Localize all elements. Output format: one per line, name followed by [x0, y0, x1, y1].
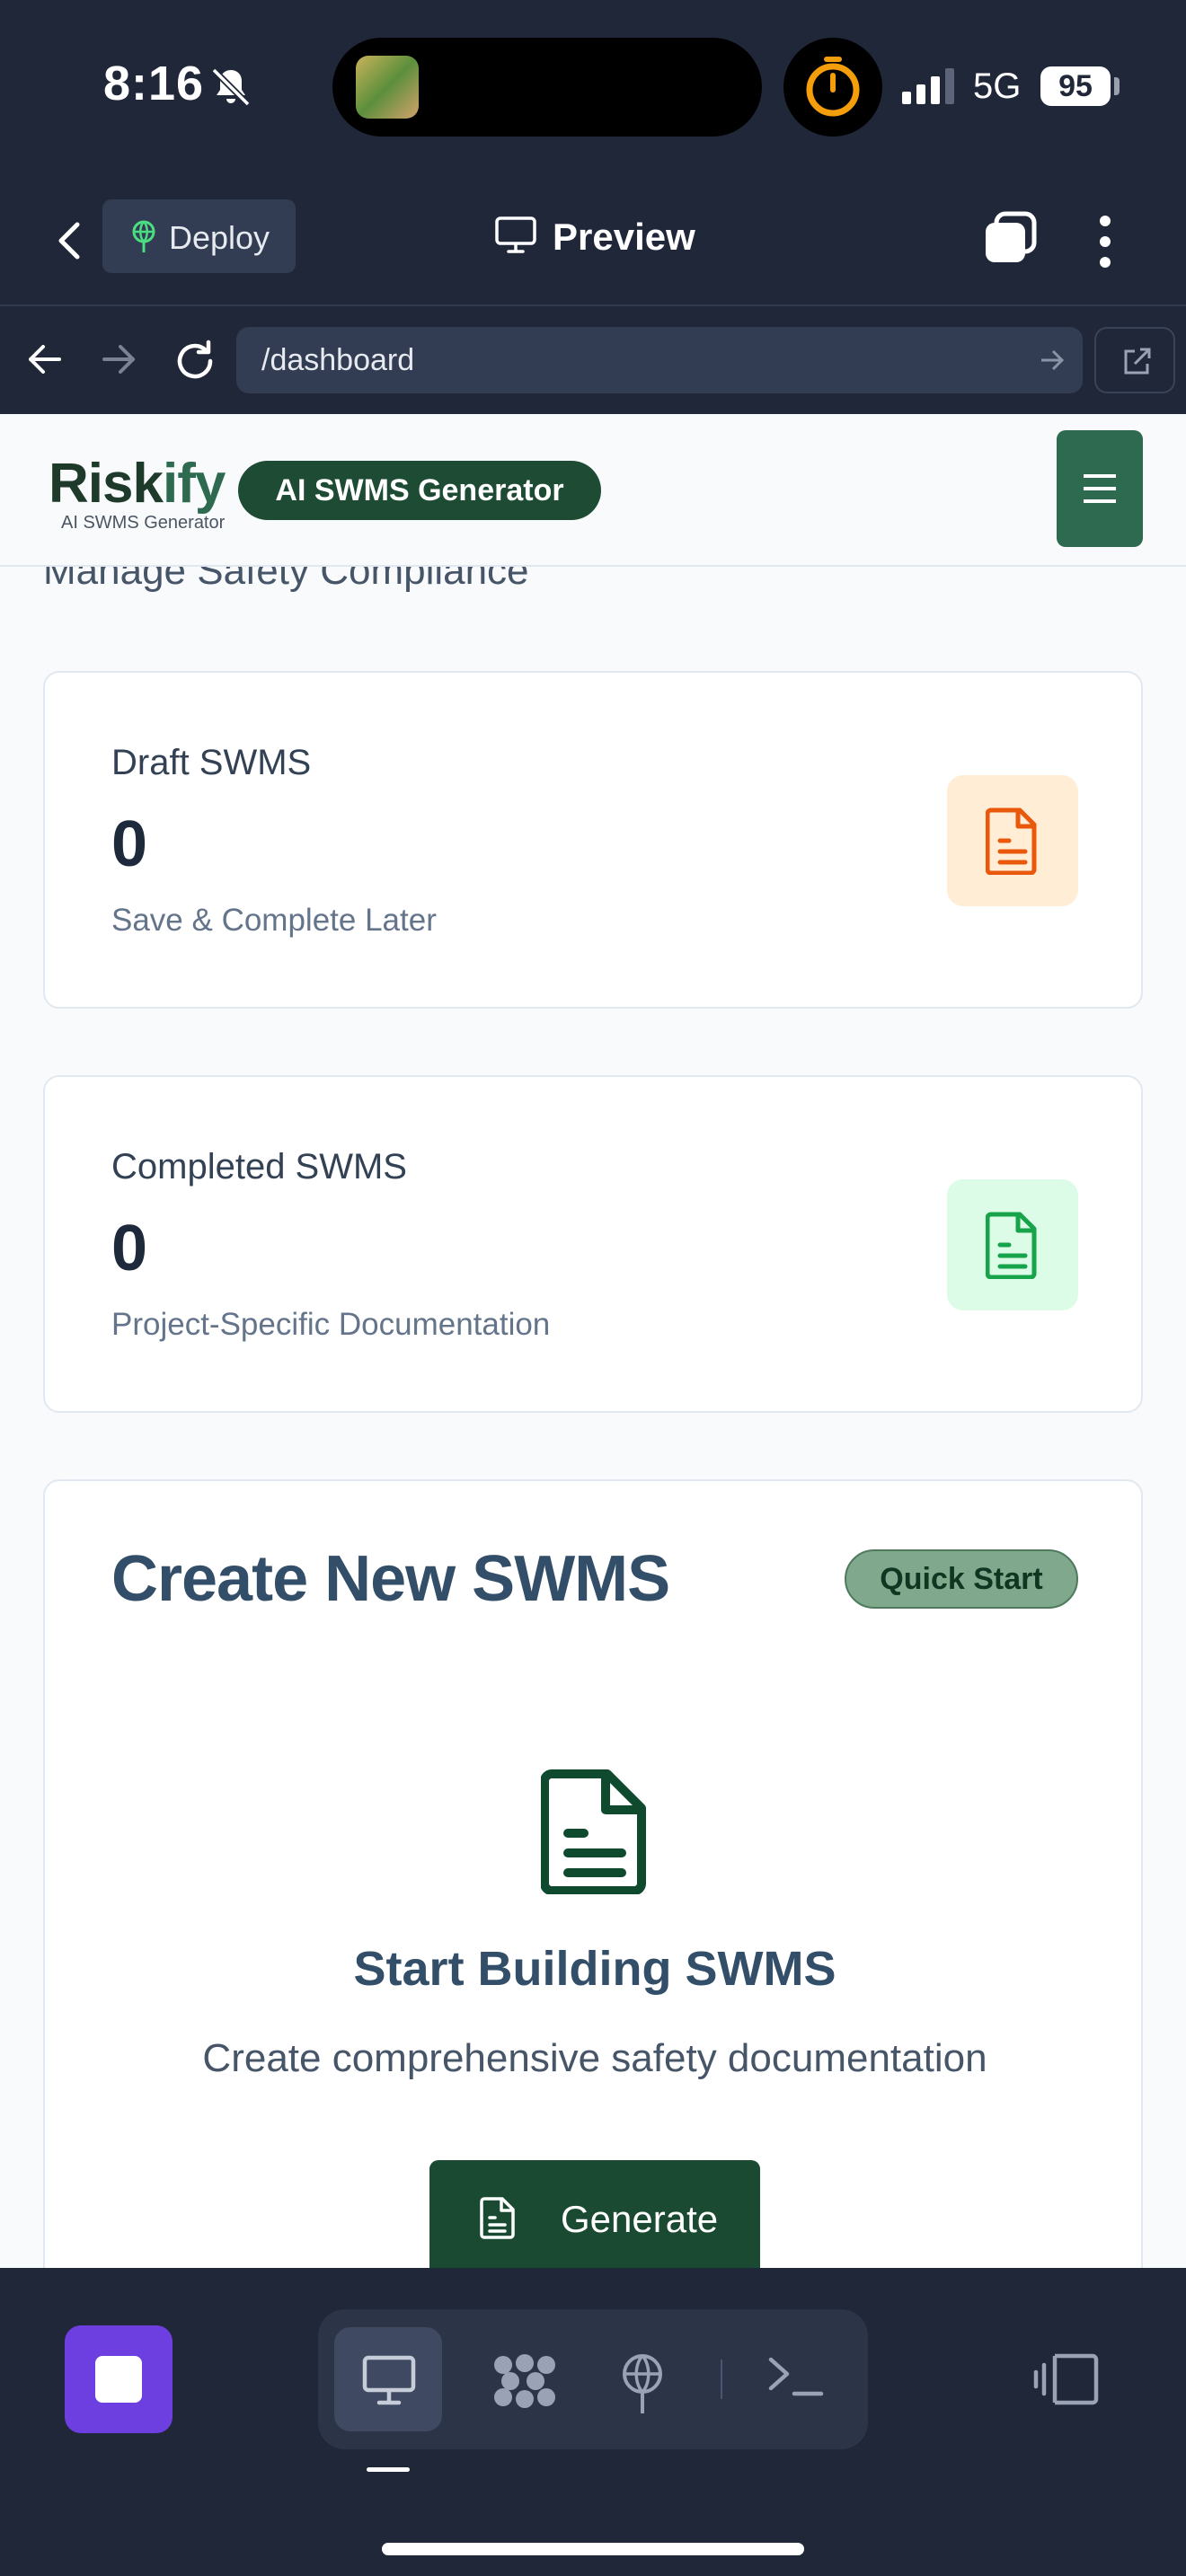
stop-icon: [95, 2356, 142, 2403]
external-link-icon: [1124, 348, 1151, 375]
create-swms-card: Create New SWMS Quick Start Start Buildi…: [43, 1479, 1143, 2268]
logo[interactable]: Riskify: [49, 452, 226, 516]
document-icon: [986, 807, 1037, 875]
clock: 8:16: [103, 57, 205, 110]
start-building-title: Start Building SWMS: [353, 1942, 836, 1996]
dock-tab-desktop[interactable]: [334, 2327, 442, 2431]
more-vertical-icon[interactable]: [1087, 210, 1123, 273]
deploy-label: Deploy: [169, 219, 270, 256]
card-count: 0: [111, 1213, 148, 1284]
timer-icon: [806, 57, 860, 117]
battery-tip: [1114, 77, 1120, 95]
open-external-button[interactable]: [1094, 327, 1175, 393]
network-type: 5G: [973, 66, 1022, 106]
desktop-icon: [362, 2355, 416, 2405]
tabs-icon[interactable]: [982, 210, 1038, 266]
logo-text-part: Risk: [49, 453, 164, 515]
deploy-icon: [132, 220, 155, 252]
timer-pill[interactable]: [783, 38, 882, 137]
dock-tabs: [318, 2309, 868, 2449]
preview-label: Preview: [553, 216, 695, 258]
site-header: Riskify AI SWMS Generator AI SWMS Genera…: [0, 414, 1186, 567]
stop-button[interactable]: [65, 2325, 173, 2433]
status-bar: 8:16 5G 95: [0, 0, 1186, 176]
hamburger-menu-button[interactable]: [1057, 430, 1143, 547]
generator-badge: AI SWMS Generator: [238, 461, 601, 520]
quick-start-badge: Quick Start: [845, 1549, 1078, 1609]
app-bar: Deploy Preview: [0, 176, 1186, 306]
terminal-icon: [768, 2357, 824, 2396]
generate-label: Generate: [561, 2198, 719, 2240]
dock-tab-deploy[interactable]: [588, 2327, 695, 2431]
side-panel-icon[interactable]: [1033, 2351, 1100, 2408]
signal-icon: [902, 68, 954, 104]
monitor-icon: [495, 216, 536, 253]
url-input[interactable]: /dashboard: [236, 327, 1083, 393]
arrow-left-icon[interactable]: [25, 339, 65, 380]
card-description: Save & Complete Later: [111, 903, 437, 938]
create-title: Create New SWMS: [111, 1543, 670, 1615]
document-icon: [541, 1769, 646, 1894]
document-icon: [986, 1212, 1037, 1279]
active-tab-indicator: [367, 2467, 410, 2472]
start-building-description: Create comprehensive safety documentatio…: [202, 2036, 987, 2080]
card-label: Draft SWMS: [111, 743, 312, 782]
arrow-right-icon[interactable]: [99, 339, 138, 380]
battery-level: 95: [1040, 66, 1111, 106]
chevron-left-icon[interactable]: [49, 214, 92, 268]
apps-icon: [494, 2354, 555, 2408]
reload-icon[interactable]: [173, 339, 217, 384]
dock-tab-apps[interactable]: [465, 2327, 573, 2431]
card-count: 0: [111, 808, 148, 880]
logo-subtitle: AI SWMS Generator: [61, 513, 226, 533]
web-content: Manage Safety Compliance Riskify AI SWMS…: [0, 414, 1186, 2268]
bell-muted-icon: [211, 67, 251, 107]
go-arrow-icon[interactable]: [1040, 348, 1065, 372]
document-icon: [480, 2197, 515, 2239]
card-icon-tile: [947, 1179, 1078, 1310]
bottom-dock: [0, 2268, 1186, 2576]
media-thumbnail[interactable]: [356, 56, 419, 119]
card-label: Completed SWMS: [111, 1147, 407, 1187]
home-indicator[interactable]: [382, 2543, 804, 2555]
menu-icon: [1084, 474, 1116, 503]
url-bar: /dashboard: [0, 306, 1186, 414]
dock-divider: [721, 2360, 722, 2399]
card-description: Project-Specific Documentation: [111, 1307, 551, 1342]
generate-button[interactable]: Generate: [429, 2160, 760, 2268]
logo-text-accent: ify: [162, 453, 226, 515]
url-text: /dashboard: [261, 343, 415, 377]
card-icon-tile: [947, 775, 1078, 906]
draft-swms-card[interactable]: Draft SWMS 0 Save & Complete Later: [43, 671, 1143, 1009]
completed-swms-card[interactable]: Completed SWMS 0 Project-Specific Docume…: [43, 1075, 1143, 1413]
deploy-button[interactable]: Deploy: [102, 199, 296, 273]
deploy-icon: [623, 2354, 662, 2413]
dock-tab-terminal[interactable]: [740, 2327, 848, 2431]
